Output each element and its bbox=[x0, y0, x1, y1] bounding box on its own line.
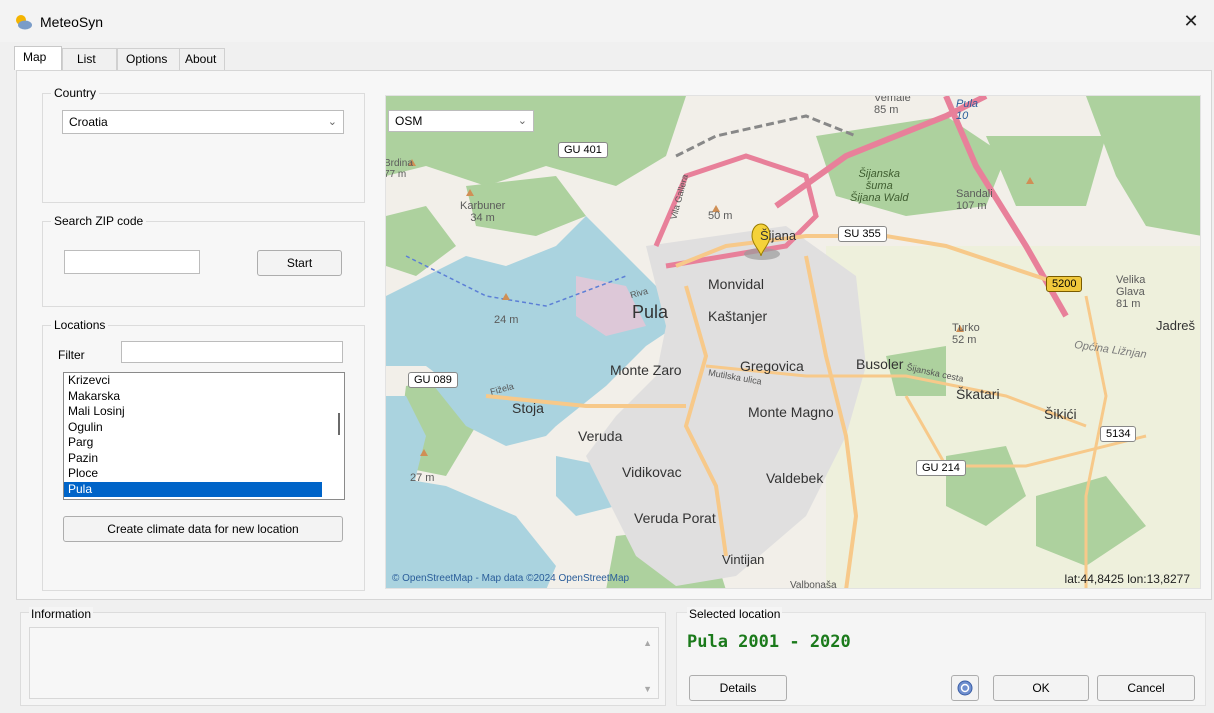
zip-input[interactable] bbox=[64, 250, 200, 274]
map-label-kastanjer: Kaštanjer bbox=[708, 308, 768, 324]
create-climate-data-button[interactable]: Create climate data for new location bbox=[63, 516, 343, 542]
map-label-vemale-elev: 85 m bbox=[874, 104, 899, 116]
list-item[interactable]: Krizevci bbox=[64, 373, 344, 389]
map-label-skatari: Škatari bbox=[956, 386, 1000, 402]
map-layer-select[interactable]: OSM ⌄ bbox=[388, 110, 534, 132]
map-label-stoja: Stoja bbox=[512, 400, 544, 416]
road-shield-5200: 5200 bbox=[1046, 276, 1083, 292]
country-select[interactable]: Croatia ⌄ bbox=[62, 110, 344, 134]
ok-button[interactable]: OK bbox=[993, 675, 1089, 701]
tab-about[interactable]: About bbox=[179, 48, 225, 70]
map-label-pula-top: Pula bbox=[956, 98, 979, 110]
map-label-sandali-elev: 107 m bbox=[956, 200, 987, 212]
window-title: MeteoSyn bbox=[40, 14, 104, 30]
map-label-jadres: Jadreš bbox=[1156, 318, 1196, 333]
map-label-turko: Turko bbox=[952, 322, 980, 334]
map-label-monte-magno: Monte Magno bbox=[748, 404, 834, 420]
map-label-sijana-wald: Šijana Wald bbox=[850, 192, 909, 204]
road-shield-gu401: GU 401 bbox=[558, 142, 608, 158]
road-shield-su355: SU 355 bbox=[838, 226, 887, 242]
map-label-brdina-elev: 77 m bbox=[385, 169, 407, 180]
locations-list[interactable]: Krizevci Makarska Mali Losinj Ogulin Par… bbox=[63, 372, 345, 500]
scroll-up-arrow-icon[interactable]: ▲ bbox=[643, 638, 652, 648]
map-label-veruda-porat: Veruda Porat bbox=[634, 510, 716, 526]
list-scrollbar-thumb[interactable] bbox=[338, 413, 340, 435]
map-view[interactable]: Brdina 77 m Karbuner 34 m 24 m 27 m 50 m… bbox=[385, 95, 1201, 589]
list-item[interactable]: Mali Losinj bbox=[64, 404, 344, 420]
country-value: Croatia bbox=[69, 115, 108, 129]
map-label-monvidal: Monvidal bbox=[708, 276, 765, 292]
map-coordinates: lat:44,8425 lon:13,8277 bbox=[1064, 572, 1190, 586]
map-label-velika: Velika bbox=[1116, 274, 1146, 286]
filter-label: Filter bbox=[58, 348, 85, 362]
map-label-glava: Glava bbox=[1116, 286, 1145, 298]
map-layer-value: OSM bbox=[395, 114, 423, 128]
chevron-down-icon: ⌄ bbox=[517, 115, 527, 127]
map-label-veruda: Veruda bbox=[578, 428, 623, 444]
map-label-brdina: Brdina bbox=[385, 158, 413, 169]
road-shield-gu214: GU 214 bbox=[916, 460, 966, 476]
map-label-valbonasa: Valbonaša bbox=[790, 580, 837, 589]
zip-group: Search ZIP code Start bbox=[42, 214, 365, 307]
map-label-suma: šuma bbox=[865, 180, 893, 192]
map-tab-page: Country Croatia ⌄ Search ZIP code Start … bbox=[16, 70, 1212, 600]
map-label-pula: Pula bbox=[632, 302, 669, 322]
map-label-elev-27: 27 m bbox=[410, 472, 435, 484]
map-credit[interactable]: © OpenStreetMap - Map data ©2024 OpenStr… bbox=[392, 573, 629, 584]
list-item[interactable]: Ogulin bbox=[64, 420, 344, 436]
app-sun-cloud-icon bbox=[14, 14, 32, 30]
selected-location-group: Selected location Pula 2001 - 2020 Detai… bbox=[676, 607, 1206, 706]
map-label-elev-50: 50 m bbox=[708, 210, 733, 222]
map-label-busoler: Busoler bbox=[856, 356, 904, 372]
map-label-sijanska: Šijanska bbox=[858, 168, 901, 180]
start-button[interactable]: Start bbox=[257, 250, 342, 276]
help-icon bbox=[957, 680, 973, 696]
map-label-karbuner: Karbuner bbox=[460, 200, 506, 212]
country-legend: Country bbox=[51, 86, 100, 100]
map-label-monte-zaro: Monte Zaro bbox=[610, 362, 682, 378]
map-label-gregovica: Gregovica bbox=[740, 358, 804, 374]
locations-legend: Locations bbox=[51, 318, 109, 332]
list-item[interactable]: Parg bbox=[64, 435, 344, 451]
selected-location-title: Pula 2001 - 2020 bbox=[687, 632, 851, 652]
filter-input[interactable] bbox=[121, 341, 343, 363]
map-label-karbuner-elev: 34 m bbox=[470, 212, 495, 224]
locations-group: Locations Filter Krizevci Makarska Mali … bbox=[42, 318, 365, 591]
information-legend: Information bbox=[29, 607, 94, 621]
road-shield-gu089: GU 089 bbox=[408, 372, 458, 388]
help-button[interactable] bbox=[951, 675, 979, 701]
scroll-down-arrow-icon[interactable]: ▼ bbox=[643, 684, 652, 694]
details-button[interactable]: Details bbox=[689, 675, 787, 701]
map-label-road-10: 10 bbox=[956, 110, 969, 122]
chevron-down-icon: ⌄ bbox=[327, 116, 337, 128]
list-item[interactable]: Pazin bbox=[64, 451, 344, 467]
map-label-turko-elev: 52 m bbox=[952, 334, 977, 346]
road-shield-5134: 5134 bbox=[1100, 426, 1137, 442]
map-label-velika-elev: 81 m bbox=[1116, 298, 1141, 310]
list-item[interactable]: Makarska bbox=[64, 389, 344, 405]
map-label-vintijan: Vintijan bbox=[722, 552, 765, 567]
tab-map[interactable]: Map bbox=[14, 46, 62, 70]
list-item[interactable]: Ploce bbox=[64, 466, 344, 482]
country-group: Country Croatia ⌄ bbox=[42, 86, 365, 203]
cancel-button[interactable]: Cancel bbox=[1097, 675, 1195, 701]
map-label-vemale: Vemale bbox=[874, 95, 911, 104]
map-label-sikici: Šikići bbox=[1044, 406, 1077, 422]
close-icon[interactable]: ✕ bbox=[1168, 0, 1214, 42]
zip-legend: Search ZIP code bbox=[51, 214, 147, 228]
tab-list[interactable]: List bbox=[62, 48, 117, 70]
information-group: Information ▲ ▼ bbox=[20, 607, 666, 706]
map-label-vidikovac: Vidikovac bbox=[622, 464, 682, 480]
map-label-sandali: Sandali bbox=[956, 188, 993, 200]
map-label-elev-24: 24 m bbox=[494, 314, 519, 326]
map-label-valdebek: Valdebek bbox=[766, 470, 824, 486]
title-bar: MeteoSyn ✕ bbox=[0, 0, 1214, 42]
map-label-sijana: Šijana bbox=[760, 228, 797, 243]
information-textarea[interactable]: ▲ ▼ bbox=[29, 627, 659, 699]
list-item-selected[interactable]: Pula bbox=[64, 481, 322, 497]
selected-location-legend: Selected location bbox=[687, 607, 783, 621]
tab-options[interactable]: Options bbox=[117, 48, 181, 70]
